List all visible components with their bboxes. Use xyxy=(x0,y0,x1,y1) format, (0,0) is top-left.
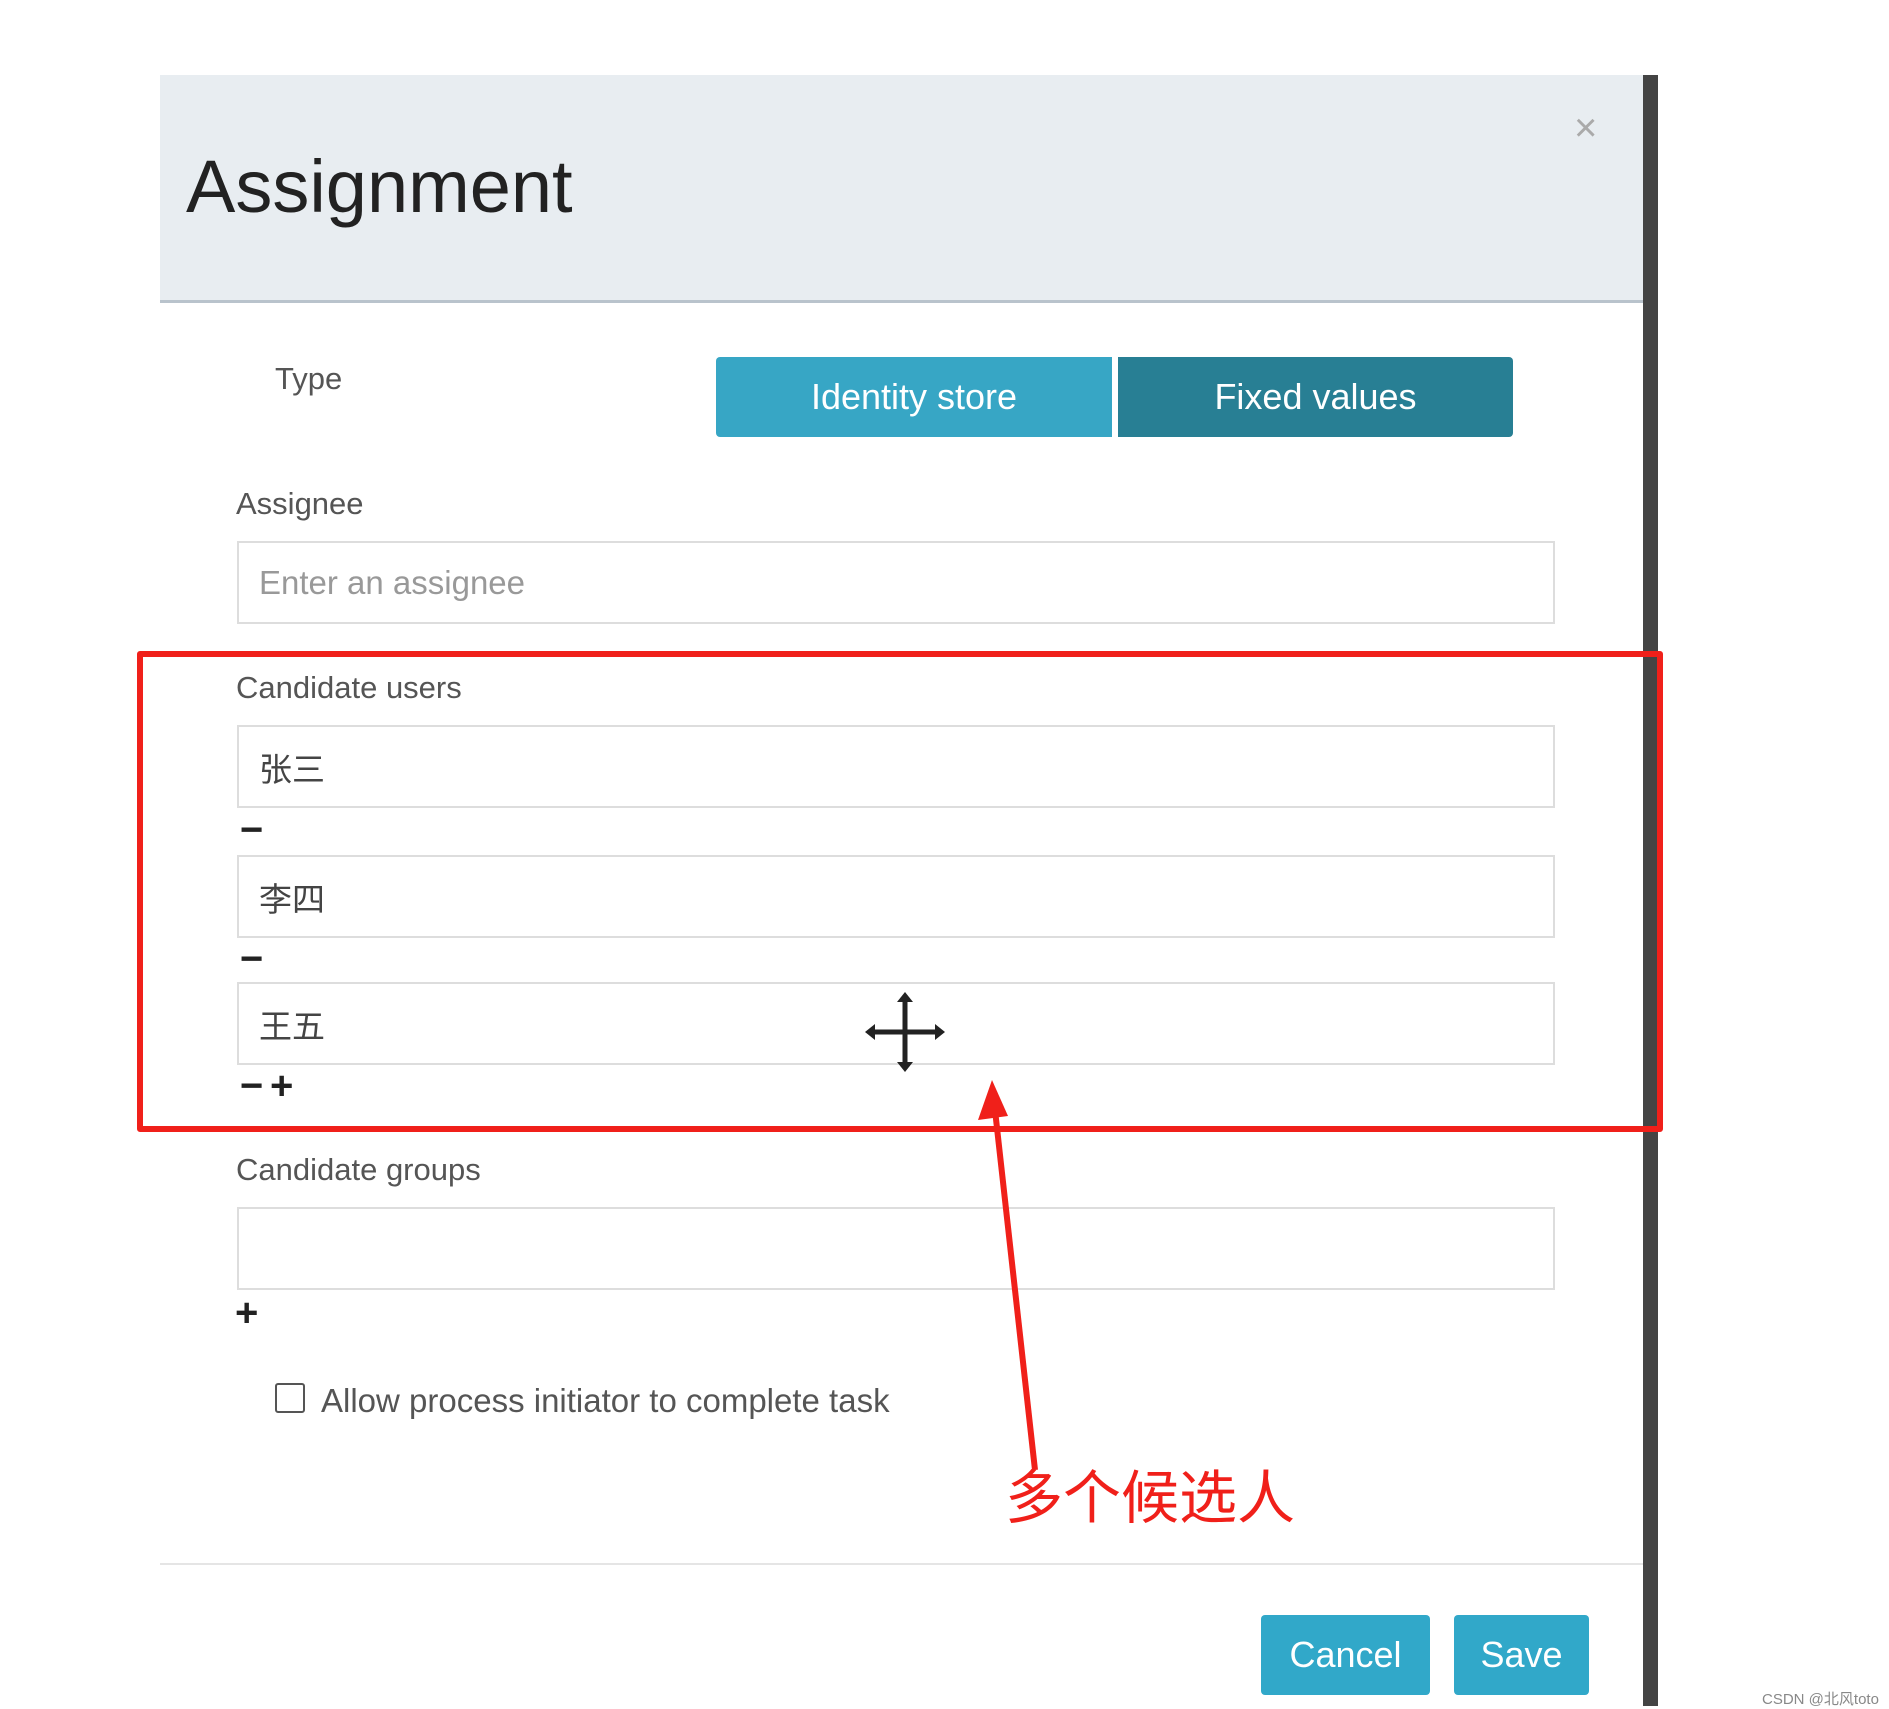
candidate-groups-label: Candidate groups xyxy=(236,1152,481,1187)
annotation-highlight-box xyxy=(137,651,1663,1132)
allow-initiator-label: Allow process initiator to complete task xyxy=(321,1382,890,1419)
assignee-input[interactable]: Enter an assignee xyxy=(237,541,1555,624)
dialog-title: Assignment xyxy=(186,145,573,228)
cancel-button[interactable]: Cancel xyxy=(1261,1615,1430,1695)
fixed-values-button[interactable]: Fixed values xyxy=(1118,357,1513,437)
type-label: Type xyxy=(275,361,343,396)
assignee-label: Assignee xyxy=(236,486,364,521)
add-group-button[interactable]: + xyxy=(235,1293,258,1333)
allow-initiator-checkbox[interactable] xyxy=(275,1383,305,1413)
candidate-group-input-1[interactable] xyxy=(237,1207,1555,1290)
footer-divider xyxy=(160,1563,1643,1565)
annotation-text: 多个候选人 xyxy=(1005,1466,1296,1531)
save-button[interactable]: Save xyxy=(1454,1615,1589,1695)
identity-store-button[interactable]: Identity store xyxy=(716,357,1112,437)
close-icon[interactable]: × xyxy=(1574,108,1597,148)
annotation-arrow xyxy=(978,1080,1038,1471)
